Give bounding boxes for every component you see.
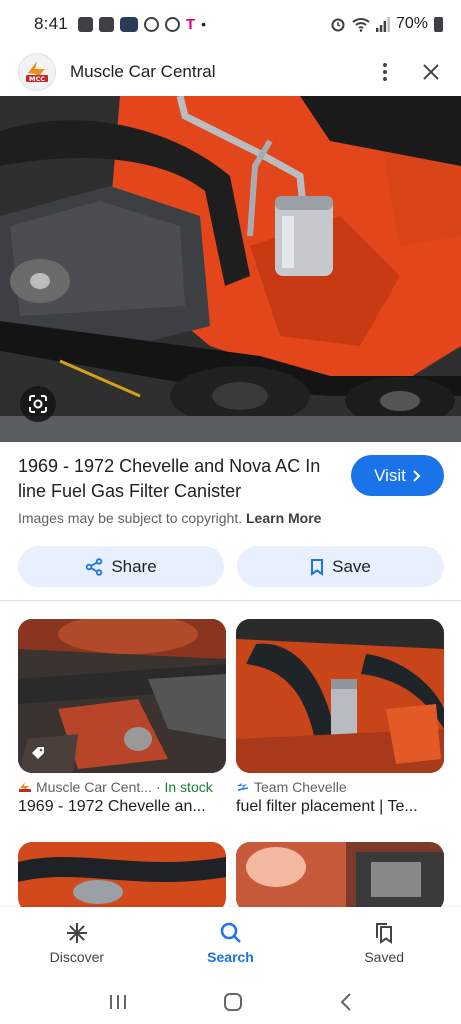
back-icon[interactable] [339,992,353,1012]
engine-thumbnail [18,619,226,773]
result-title[interactable]: 1969 - 1972 Chevelle and Nova AC In line… [18,454,328,504]
related-thumbnail[interactable] [18,619,226,773]
asterisk-icon [66,923,87,943]
engine-thumbnail [18,842,226,912]
preview-image[interactable] [0,96,461,442]
lens-icon [29,395,47,413]
headset-icon [164,16,180,32]
related-thumbnail[interactable] [18,842,226,912]
result-title-block: 1969 - 1972 Chevelle and Nova AC In line… [18,454,328,504]
related-result-card[interactable] [236,842,444,912]
nav-search[interactable]: Search [154,907,308,979]
notification-app-icon [77,16,93,32]
related-title[interactable]: 1969 - 1972 Chevelle an... [18,798,226,816]
stock-status: · In stock [155,779,213,795]
alarm-status-icon [331,18,345,32]
share-button[interactable]: Share [18,546,224,587]
notification-amazon-icon [119,16,138,32]
related-thumbnail[interactable] [236,619,444,773]
bookmark-icon [311,558,324,576]
share-label: Share [111,556,157,576]
notification-icons: T • [77,15,206,33]
visit-button[interactable]: Visit [351,455,444,496]
nav-discover[interactable]: Discover [0,907,154,979]
save-button[interactable]: Save [237,546,444,587]
system-status: 70% [330,15,443,33]
source-favicon-icon [237,783,249,791]
chevron-right-icon [413,469,421,482]
site-logo-icon: MCC [26,61,48,83]
learn-more-link[interactable]: Learn More [246,510,321,526]
source-name: Muscle Car Cent... [36,779,152,795]
site-logo-text: MCC [29,75,45,83]
system-navigation-bar [0,979,461,1024]
battery-percent: 70% [395,15,428,32]
nav-discover-label: Discover [49,949,105,965]
signal-icon [375,16,390,32]
nav-saved[interactable]: Saved [307,907,461,979]
source-name: Team Chevelle [254,779,347,795]
search-icon [220,922,241,943]
source-header: MCC Muscle Car Central [0,48,461,96]
site-logo[interactable]: MCC [18,53,56,91]
visit-label: Visit [374,465,406,485]
bottom-navigation: Discover Search Saved [0,907,461,979]
close-icon[interactable] [419,60,443,84]
divider [0,600,461,601]
result-source: Muscle Car Cent... · In stock [18,779,226,795]
save-label: Save [332,556,371,576]
nav-search-label: Search [207,949,254,965]
google-lens-button[interactable] [20,386,56,422]
engine-photo [0,96,461,442]
source-favicon-icon [19,782,31,792]
site-name[interactable]: Muscle Car Central [70,62,216,82]
more-notifications-dot: • [201,16,206,32]
share-icon [86,557,103,576]
engine-thumbnail [236,619,444,773]
product-tag-icon [32,747,44,759]
related-result-card[interactable]: Muscle Car Cent... · In stock 1969 - 197… [18,619,226,816]
nav-saved-label: Saved [364,949,405,965]
carrier-icon: T [185,15,196,33]
alarm-icon [143,16,159,32]
wifi-icon [352,18,370,32]
battery-icon [434,16,443,32]
notification-bag-icon [98,16,114,32]
recent-apps-icon[interactable] [108,993,128,1011]
related-result-card[interactable]: Team Chevelle fuel filter placement | Te… [236,619,444,816]
copyright-notice: Images may be subject to copyright. Lear… [18,510,321,526]
related-result-card[interactable] [18,842,226,912]
engine-thumbnail [236,842,444,912]
result-source: Team Chevelle [236,779,444,795]
home-icon[interactable] [223,992,243,1012]
more-options-icon[interactable] [373,60,397,84]
related-title[interactable]: fuel filter placement | Te... [236,798,444,816]
status-time: 8:41 [34,14,68,33]
related-thumbnail[interactable] [236,842,444,912]
status-bar: 8:41 T • 70% [0,0,461,48]
bookmarks-icon [376,923,393,944]
copyright-text: Images may be subject to copyright. [18,510,243,526]
